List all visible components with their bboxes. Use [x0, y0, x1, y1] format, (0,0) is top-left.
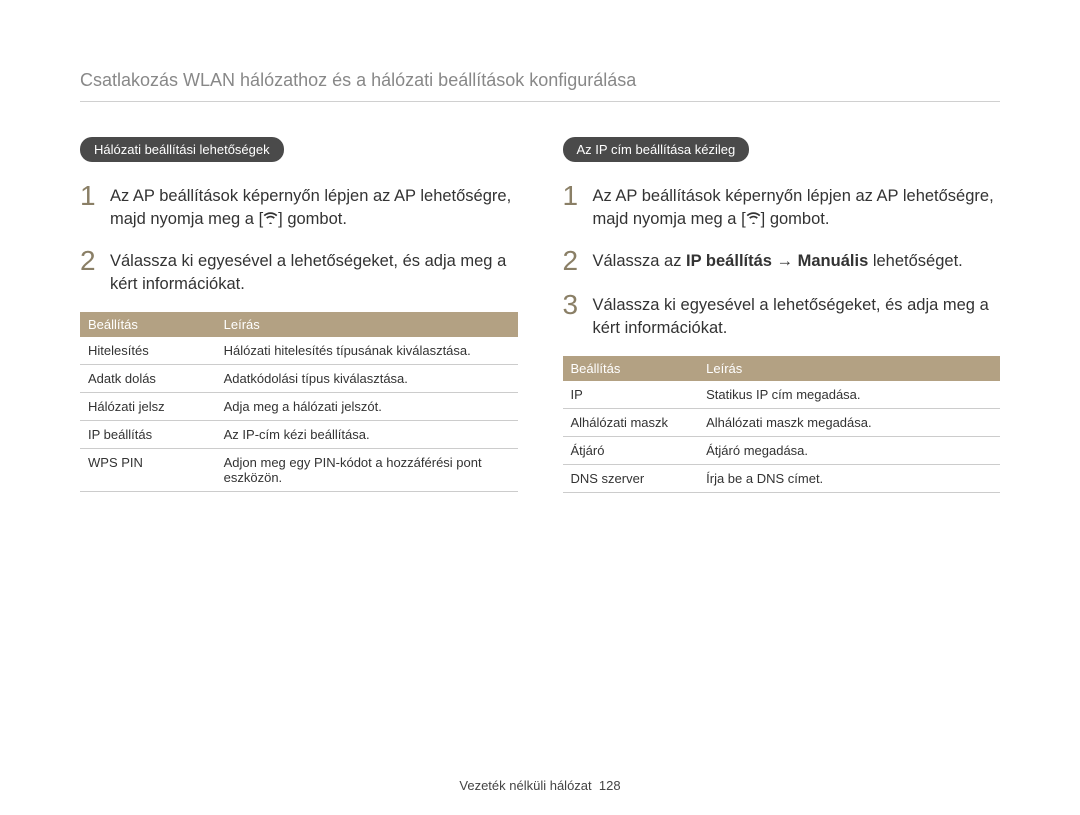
- table-cell: Hitelesítés: [80, 337, 216, 365]
- wifi-icon: [746, 208, 761, 231]
- step-text: Válassza ki egyesével a lehetőségeket, é…: [110, 247, 518, 296]
- table-cell: Adatk dolás: [80, 365, 216, 393]
- table-header-cell: Beállítás: [563, 356, 699, 381]
- table-cell: DNS szerver: [563, 465, 699, 493]
- table-header-cell: Leírás: [216, 312, 518, 337]
- table-cell: Az IP-cím kézi beállítása.: [216, 421, 518, 449]
- table-cell: Alhálózati maszk: [563, 409, 699, 437]
- table-row: Hálózati jelszAdja meg a hálózati jelszó…: [80, 393, 518, 421]
- footer-category: Vezeték nélküli hálózat: [459, 778, 591, 793]
- table-cell: Adjon meg egy PIN-kódot a hozzáférési po…: [216, 449, 518, 492]
- table-cell: Alhálózati maszk megadása.: [698, 409, 1000, 437]
- table-cell: Adatkódolási típus kiválasztása.: [216, 365, 518, 393]
- table-row: IPStatikus IP cím megadása.: [563, 381, 1001, 409]
- step-text: Válassza az IP beállítás → Manuális lehe…: [593, 247, 963, 273]
- left-step-1: 1 Az AP beállítások képernyőn lépjen az …: [80, 182, 518, 231]
- step-number: 2: [80, 247, 98, 275]
- step-text: Válassza ki egyesével a lehetőségeket, é…: [593, 291, 1001, 340]
- table-row: Alhálózati maszkAlhálózati maszk megadás…: [563, 409, 1001, 437]
- table-cell: Adja meg a hálózati jelszót.: [216, 393, 518, 421]
- right-step-2: 2 Válassza az IP beállítás → Manuális le…: [563, 247, 1001, 275]
- step-text-bold: IP beállítás: [686, 252, 772, 270]
- table-cell: WPS PIN: [80, 449, 216, 492]
- table-row: IP beállításAz IP-cím kézi beállítása.: [80, 421, 518, 449]
- table-cell: IP: [563, 381, 699, 409]
- right-step-1: 1 Az AP beállítások képernyőn lépjen az …: [563, 182, 1001, 231]
- step-text: Az AP beállítások képernyőn lépjen az AP…: [110, 182, 518, 231]
- step-text-part: lehetőséget.: [868, 252, 963, 270]
- arrow-icon: →: [772, 252, 798, 270]
- left-step-2: 2 Válassza ki egyesével a lehetőségeket,…: [80, 247, 518, 296]
- section-pill-left: Hálózati beállítási lehetőségek: [80, 137, 284, 162]
- step-text: Az AP beállítások képernyőn lépjen az AP…: [593, 182, 1001, 231]
- step-text-part: ] gombot.: [761, 210, 830, 228]
- page-header: Csatlakozás WLAN hálózathoz és a hálózat…: [80, 70, 1000, 102]
- table-header-cell: Beállítás: [80, 312, 216, 337]
- section-pill-right: Az IP cím beállítása kézileg: [563, 137, 750, 162]
- table-cell: Átjáró: [563, 437, 699, 465]
- step-text-bold: Manuális: [798, 252, 869, 270]
- step-number: 3: [563, 291, 581, 319]
- left-table: Beállítás Leírás HitelesítésHálózati hit…: [80, 312, 518, 492]
- table-row: DNS szerverÍrja be a DNS címet.: [563, 465, 1001, 493]
- table-cell: Statikus IP cím megadása.: [698, 381, 1000, 409]
- table-row: Adatk dolásAdatkódolási típus kiválasztá…: [80, 365, 518, 393]
- table-cell: IP beállítás: [80, 421, 216, 449]
- right-step-3: 3 Válassza ki egyesével a lehetőségeket,…: [563, 291, 1001, 340]
- right-table: Beállítás Leírás IPStatikus IP cím megad…: [563, 356, 1001, 493]
- step-number: 1: [80, 182, 98, 210]
- footer-page-number: 128: [599, 778, 621, 793]
- wifi-icon: [263, 208, 278, 231]
- table-cell: Hálózati jelsz: [80, 393, 216, 421]
- columns: Hálózati beállítási lehetőségek 1 Az AP …: [80, 137, 1000, 493]
- table-row: HitelesítésHálózati hitelesítés típusána…: [80, 337, 518, 365]
- table-row: WPS PINAdjon meg egy PIN-kódot a hozzáfé…: [80, 449, 518, 492]
- table-cell: Hálózati hitelesítés típusának kiválaszt…: [216, 337, 518, 365]
- step-number: 2: [563, 247, 581, 275]
- right-column: Az IP cím beállítása kézileg 1 Az AP beá…: [563, 137, 1001, 493]
- table-row: ÁtjáróÁtjáró megadása.: [563, 437, 1001, 465]
- table-cell: Írja be a DNS címet.: [698, 465, 1000, 493]
- table-cell: Átjáró megadása.: [698, 437, 1000, 465]
- table-header-cell: Leírás: [698, 356, 1000, 381]
- page-footer: Vezeték nélküli hálózat 128: [0, 778, 1080, 793]
- step-number: 1: [563, 182, 581, 210]
- left-column: Hálózati beállítási lehetőségek 1 Az AP …: [80, 137, 518, 493]
- step-text-part: ] gombot.: [278, 210, 347, 228]
- page-content: Csatlakozás WLAN hálózathoz és a hálózat…: [0, 0, 1080, 543]
- step-text-part: Válassza az: [593, 252, 687, 270]
